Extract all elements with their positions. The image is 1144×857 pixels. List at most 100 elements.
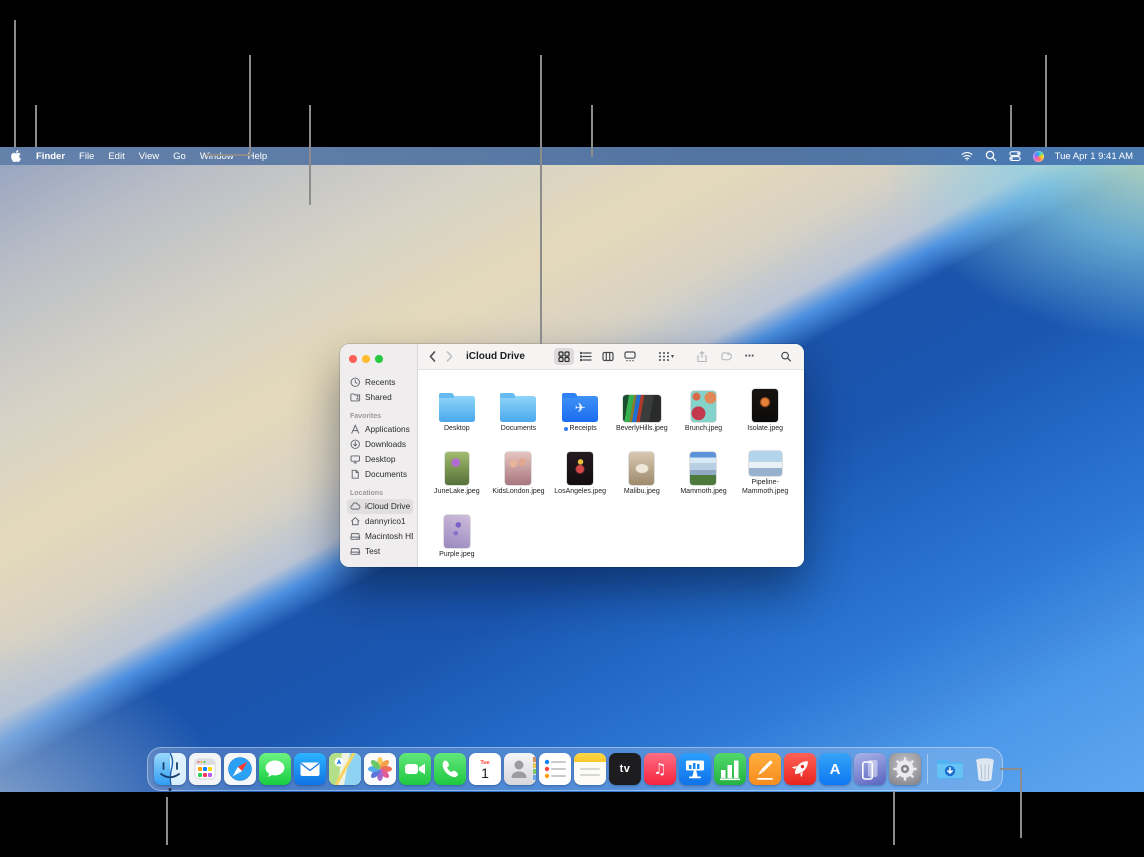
dock-reminders-icon[interactable] (539, 753, 571, 785)
dock-messages-icon[interactable] (259, 753, 291, 785)
menu-item-edit[interactable]: Edit (108, 151, 124, 162)
search-button[interactable] (776, 348, 796, 365)
forward-button[interactable] (443, 349, 456, 365)
mail-app-icon (294, 753, 326, 785)
dock-numbers-icon[interactable] (714, 753, 746, 785)
sidebar-item-icloud-drive[interactable]: iCloud Drive (347, 499, 413, 514)
dock-finder-icon[interactable] (154, 753, 186, 785)
callout-line-control-center (1045, 55, 1047, 147)
dock-downloads-icon[interactable] (934, 753, 966, 785)
tags-button[interactable] (716, 348, 736, 365)
share-button[interactable] (692, 348, 712, 365)
dock: Tue1 tv ♫ A (147, 747, 1003, 791)
sidebar-item-desktop[interactable]: Desktop (347, 452, 413, 467)
file-name: JuneLake.jpeg (434, 488, 480, 496)
close-button[interactable] (349, 355, 357, 363)
running-indicator-dot (169, 788, 172, 791)
sidebar-item-macintosh-hd[interactable]: Macintosh HD (347, 529, 413, 544)
back-button[interactable] (426, 349, 439, 365)
column-view-button[interactable] (598, 348, 618, 365)
menu-item-go[interactable]: Go (173, 151, 186, 162)
menu-item-window[interactable]: Window (200, 151, 234, 162)
sidebar-item-downloads[interactable]: Downloads (347, 437, 413, 452)
dock-systemsettings-icon[interactable] (889, 753, 921, 785)
file-name: Brunch.jpeg (685, 425, 722, 433)
home-icon (350, 516, 361, 527)
sidebar-item-recents[interactable]: Recents (347, 375, 413, 390)
tv-glyph: tv (620, 763, 631, 775)
sidebar-item-shared[interactable]: Shared (347, 390, 413, 405)
menu-item-finder[interactable]: Finder (36, 151, 65, 162)
dock-mail-icon[interactable] (294, 753, 326, 785)
file-pipeline-mammoth-jpeg[interactable]: Pipeline-Mammoth.jpeg (734, 444, 796, 496)
pages-app-icon (749, 753, 781, 785)
dock-contacts-icon[interactable] (504, 753, 536, 785)
minimize-button[interactable] (362, 355, 370, 363)
menu-bar-clock[interactable]: Tue Apr 1 9:41 AM (1055, 151, 1133, 162)
file-kidslondon-jpeg[interactable]: KidsLondon.jpeg (488, 444, 550, 496)
file-brunch-jpeg[interactable]: Brunch.jpeg (673, 381, 735, 433)
dock-trash-icon[interactable] (969, 753, 1001, 785)
file-documents[interactable]: Documents (488, 381, 550, 433)
sync-dot-icon (564, 427, 568, 431)
finder-main: iCloud Drive (418, 344, 804, 567)
dock-calendar-icon[interactable]: Tue1 (469, 753, 501, 785)
launchpad-app-icon (189, 753, 221, 785)
dock-keynote-icon[interactable] (679, 753, 711, 785)
sidebar-section-header-locations: Locations (350, 490, 413, 497)
dock-pages-icon[interactable] (749, 753, 781, 785)
file-desktop[interactable]: Desktop (426, 381, 488, 433)
file-beverlyhills-jpeg[interactable]: BeverlyHills.jpeg (611, 381, 673, 433)
dock-photos-icon[interactable] (364, 753, 396, 785)
callout-line-menus (249, 55, 251, 156)
dock-tv-icon[interactable]: tv (609, 753, 641, 785)
file-junelake-jpeg[interactable]: JuneLake.jpeg (426, 444, 488, 496)
downloads-icon (350, 439, 361, 450)
menu-item-file[interactable]: File (79, 151, 94, 162)
image-thumbnail (690, 452, 716, 485)
file-receipts[interactable]: ✈Receipts (549, 381, 611, 433)
dock-launchpad-icon[interactable] (189, 753, 221, 785)
file-isolate-jpeg[interactable]: Isolate.jpeg (734, 381, 796, 433)
file-name-text: Desktop (444, 425, 470, 433)
siri-icon[interactable] (1033, 151, 1044, 162)
sidebar-item-applications[interactable]: Applications (347, 422, 413, 437)
dock-rocket-icon[interactable] (784, 753, 816, 785)
dock-notes-icon[interactable] (574, 753, 606, 785)
file-malibu-jpeg[interactable]: Malibu.jpeg (611, 444, 673, 496)
finder-sidebar: RecentsSharedFavoritesApplicationsDownlo… (340, 344, 418, 567)
file-name: Receipts (564, 425, 597, 433)
finder-toolbar: iCloud Drive (418, 344, 804, 370)
wifi-icon[interactable] (961, 150, 974, 163)
control-center-icon[interactable] (1009, 150, 1022, 163)
desktop-icon (350, 454, 361, 465)
menu-item-view[interactable]: View (139, 151, 159, 162)
sidebar-item-label: dannyrico1 (365, 516, 406, 526)
group-by-button[interactable]: ▾ (656, 348, 676, 365)
more-options-button[interactable]: ⋯ (740, 348, 760, 365)
dock-safari-icon[interactable] (224, 753, 256, 785)
apple-menu-icon[interactable] (11, 150, 22, 163)
dock-appstore-icon[interactable]: A (819, 753, 851, 785)
sidebar-item-test[interactable]: Test (347, 544, 413, 559)
gallery-view-button[interactable] (620, 348, 640, 365)
file-name-text: Purple.jpeg (439, 551, 474, 559)
list-view-button[interactable] (576, 348, 596, 365)
view-switcher (554, 348, 640, 365)
sidebar-item-label: Recents (365, 377, 395, 387)
file-purple-jpeg[interactable]: Purple.jpeg (426, 507, 488, 559)
spotlight-search-icon[interactable] (985, 150, 998, 163)
photos-app-icon (364, 753, 396, 785)
zoom-button[interactable] (375, 355, 383, 363)
dock-maps-icon[interactable] (329, 753, 361, 785)
file-losangeles-jpeg[interactable]: LosAngeles.jpeg (549, 444, 611, 496)
icon-view-button[interactable] (554, 348, 574, 365)
file-name-text: KidsLondon.jpeg (492, 488, 544, 496)
dock-iphonemirroring-icon[interactable] (854, 753, 886, 785)
sidebar-item-dannyrico1[interactable]: dannyrico1 (347, 514, 413, 529)
file-mammoth-jpeg[interactable]: Mammoth.jpeg (673, 444, 735, 496)
sidebar-item-documents[interactable]: Documents (347, 467, 413, 482)
dock-music-icon[interactable]: ♫ (644, 753, 676, 785)
dock-facetime-icon[interactable] (399, 753, 431, 785)
dock-phone-icon[interactable] (434, 753, 466, 785)
